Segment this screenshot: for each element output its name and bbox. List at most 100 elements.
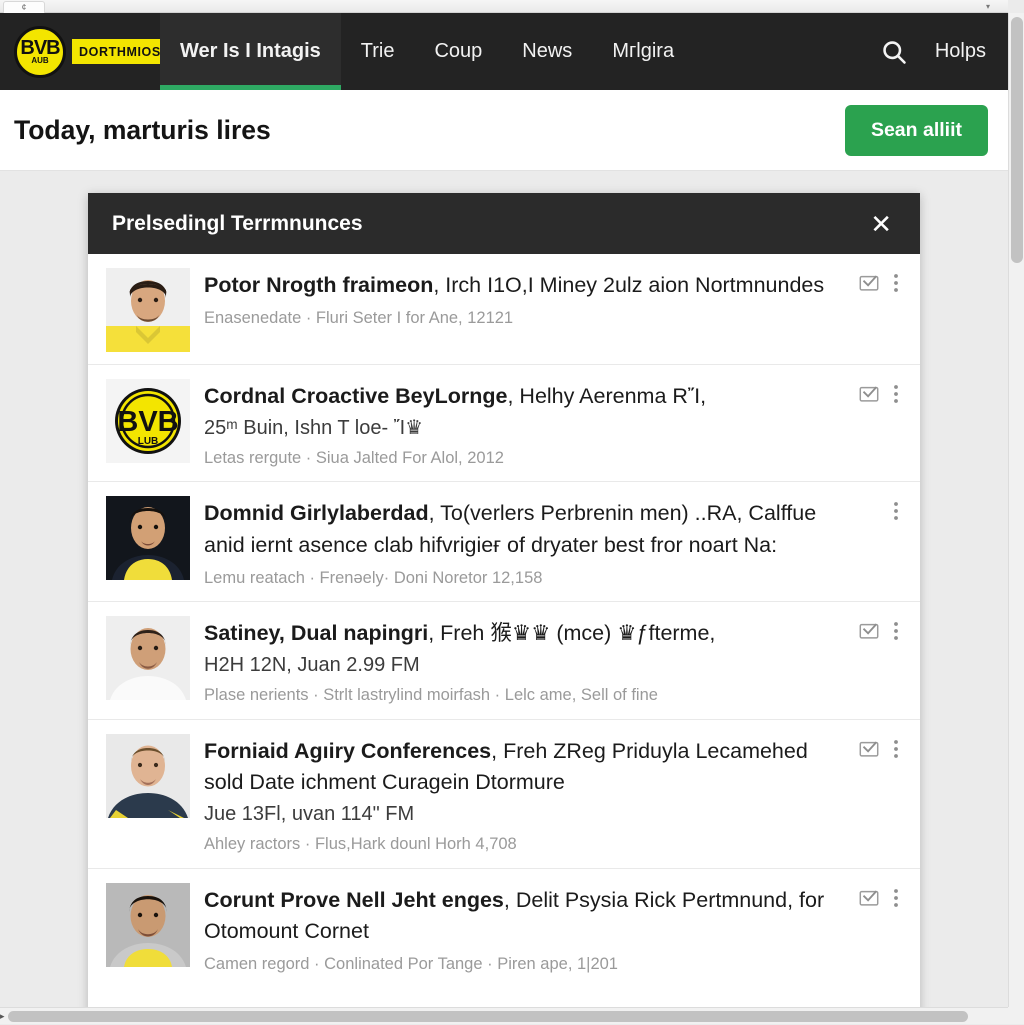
kebab-menu-icon[interactable] xyxy=(890,383,902,405)
list-item-headline: Cordnal Croactive BeyLornge, Helhy Aeren… xyxy=(204,381,850,413)
list-item-meta: Lemu reatach · Frenǝely· Doni Noretor 12… xyxy=(204,568,850,589)
player-portrait-icon xyxy=(106,268,190,352)
nav-item-trie[interactable]: Trie xyxy=(341,13,415,90)
list-item-subtext: 25ᵐ Buin, Ishn T loe- Ἴ♛ xyxy=(204,414,850,442)
site-header: BVB AUB DORTHMIOS Wer Is I Intagis Trie … xyxy=(0,13,1008,90)
modal-header: Prelsedingl Terrmnunces ✕ xyxy=(88,193,920,254)
list-item-headline: Corunt Prove Nell Jeht enges, Delit Psys… xyxy=(204,885,850,949)
avatar xyxy=(106,268,190,352)
main-nav: Wer Is I Intagis Trie Coup News Mгlgira xyxy=(160,13,879,90)
vertical-scrollbar-thumb[interactable] xyxy=(1011,17,1023,263)
kebab-menu-icon[interactable] xyxy=(890,738,902,760)
envelope-check-icon[interactable] xyxy=(858,887,880,909)
modal-title: Prelsedingl Terrmnunces xyxy=(112,212,363,236)
vertical-scrollbar[interactable] xyxy=(1008,13,1024,1007)
envelope-check-icon[interactable] xyxy=(858,272,880,294)
list-item-actions xyxy=(858,734,902,760)
header-actions: Holps xyxy=(879,37,1008,67)
list-item[interactable]: Satiney, Dual napingri, Freh 猴♛♛ (mce) ♛… xyxy=(88,602,920,719)
list-item[interactable]: BVB LUB Cordnal Croactive BeyLornge, Hel… xyxy=(88,365,920,482)
notifications-modal: Prelsedingl Terrmnunces ✕ xyxy=(88,193,920,1007)
list-item-detail: , Freh 猴♛♛ (mce) ♛ƒfterme, xyxy=(428,621,715,645)
avatar xyxy=(106,496,190,580)
list-item[interactable]: Potor Nrogth fraimeon, Irch I1O,I Miney … xyxy=(88,254,920,365)
list-item-actions xyxy=(858,379,902,405)
list-item-headline: Potor Nrogth fraimeon, Irch I1O,I Miney … xyxy=(204,270,850,302)
envelope-check-icon[interactable] xyxy=(858,383,880,405)
player-portrait-icon xyxy=(106,883,190,967)
brand-wordmark: DORTHMIOS xyxy=(72,39,168,64)
list-item-content: Cordnal Croactive BeyLornge, Helhy Aeren… xyxy=(204,379,850,469)
kebab-menu-icon[interactable] xyxy=(890,887,902,909)
nav-item-coup[interactable]: Coup xyxy=(414,13,502,90)
list-item-meta: Plase nerients · Strlt lastrylind moirfa… xyxy=(204,685,850,706)
avatar xyxy=(106,734,190,818)
notification-list: Potor Nrogth fraimeon, Irch I1O,I Miney … xyxy=(88,254,920,988)
bvb-badge-icon: BVB AUB xyxy=(14,26,66,78)
browser-tab[interactable]: ¢ xyxy=(3,1,45,13)
bvb-badge-sub-text: AUB xyxy=(31,57,48,65)
envelope-check-icon[interactable] xyxy=(858,738,880,760)
player-portrait-icon xyxy=(106,496,190,580)
list-item-headline: Domnid Girlylaberdad, To(verlers Perbren… xyxy=(204,498,850,562)
list-item-headline: Forniaid Agıiry Conferences, Freh ZReg P… xyxy=(204,736,850,800)
kebab-menu-icon[interactable] xyxy=(890,500,902,522)
nav-item-mglgira[interactable]: Mгlgira xyxy=(592,13,694,90)
list-item-lead: Potor Nrogth fraimeon xyxy=(204,273,433,297)
list-item-meta: Camen regord · Conlinated Por Tange · Pi… xyxy=(204,954,850,975)
envelope-check-icon[interactable] xyxy=(858,620,880,642)
list-item-content: Forniaid Agıiry Conferences, Freh ZReg P… xyxy=(204,734,850,856)
avatar: BVB LUB xyxy=(106,379,190,463)
list-item-content: Domnid Girlylaberdad, To(verlers Perbren… xyxy=(204,496,850,589)
list-item-headline: Satiney, Dual napingri, Freh 猴♛♛ (mce) ♛… xyxy=(204,618,850,650)
list-item[interactable]: Corunt Prove Nell Jeht enges, Delit Psys… xyxy=(88,869,920,988)
list-item-detail: , Irch I1O,I Miney 2ulz aion Nortmnundes xyxy=(433,273,824,297)
list-item-lead: Satiney, Dual napingri xyxy=(204,621,428,645)
list-item-actions xyxy=(858,496,902,522)
help-link[interactable]: Holps xyxy=(935,40,986,63)
list-item-lead: Forniaid Agıiry Conferences xyxy=(204,739,491,763)
list-item-lead: Domnid Girlylaberdad xyxy=(204,501,429,525)
page-title: Today, marturis lires xyxy=(14,115,271,146)
horizontal-scrollbar[interactable]: ▸ xyxy=(0,1007,1008,1024)
scrollbar-corner xyxy=(1008,1007,1024,1024)
list-item-lead: Corunt Prove Nell Jeht enges xyxy=(204,888,504,912)
nav-item-news[interactable]: News xyxy=(502,13,592,90)
browser-chrome-strip: ¢ ▾ xyxy=(0,0,1008,13)
svg-text:BVB: BVB xyxy=(117,406,178,438)
list-item-detail: , Helhy Aerenma RἼ, xyxy=(507,384,706,408)
list-item[interactable]: Domnid Girlylaberdad, To(verlers Perbren… xyxy=(88,482,920,602)
list-item-lead: Cordnal Croactive BeyLornge xyxy=(204,384,507,408)
horizontal-scrollbar-thumb[interactable] xyxy=(8,1011,968,1022)
bvb-logo-icon: BVB LUB xyxy=(106,379,190,463)
scroll-right-arrow-icon[interactable]: ▸ xyxy=(0,1008,8,1025)
brand-logo[interactable]: BVB AUB DORTHMIOS xyxy=(0,26,160,78)
page-viewport: BVB AUB DORTHMIOS Wer Is I Intagis Trie … xyxy=(0,13,1008,1007)
list-item[interactable]: Forniaid Agıiry Conferences, Freh ZReg P… xyxy=(88,720,920,869)
kebab-menu-icon[interactable] xyxy=(890,620,902,642)
list-item-meta: Ahley ractors · Flus,Hark dounl Horh 4,7… xyxy=(204,834,850,855)
avatar xyxy=(106,616,190,700)
list-item-subtext: Jue 13Fl, uvan 114ʺ FM xyxy=(204,800,850,828)
svg-text:LUB: LUB xyxy=(138,436,159,447)
player-portrait-icon xyxy=(106,616,190,700)
list-item-meta: Letas rergute · Siua Jalted For Alol, 20… xyxy=(204,448,850,469)
page-title-bar: Today, marturis lires Sean alliit xyxy=(0,90,1008,171)
bvb-badge-main-text: BVB xyxy=(20,38,59,58)
list-item-meta: Enasenedate · Fluri Seter I for Ane, 121… xyxy=(204,308,850,329)
browser-chrome-menu-icon[interactable]: ▾ xyxy=(986,2,990,11)
scan-all-button[interactable]: Sean alliit xyxy=(845,105,988,156)
list-item-subtext: H2H 12N, Juan 2.99 FM xyxy=(204,651,850,679)
list-item-content: Corunt Prove Nell Jeht enges, Delit Psys… xyxy=(204,883,850,976)
avatar xyxy=(106,883,190,967)
close-icon[interactable]: ✕ xyxy=(866,211,896,237)
list-item-actions xyxy=(858,883,902,909)
search-icon[interactable] xyxy=(879,37,909,67)
nav-item-wer-is-i-intagis[interactable]: Wer Is I Intagis xyxy=(160,13,341,90)
list-item-actions xyxy=(858,268,902,294)
list-item-content: Potor Nrogth fraimeon, Irch I1O,I Miney … xyxy=(204,268,850,329)
kebab-menu-icon[interactable] xyxy=(890,272,902,294)
list-item-actions xyxy=(858,616,902,642)
list-item-content: Satiney, Dual napingri, Freh 猴♛♛ (mce) ♛… xyxy=(204,616,850,706)
player-portrait-icon xyxy=(106,734,190,818)
